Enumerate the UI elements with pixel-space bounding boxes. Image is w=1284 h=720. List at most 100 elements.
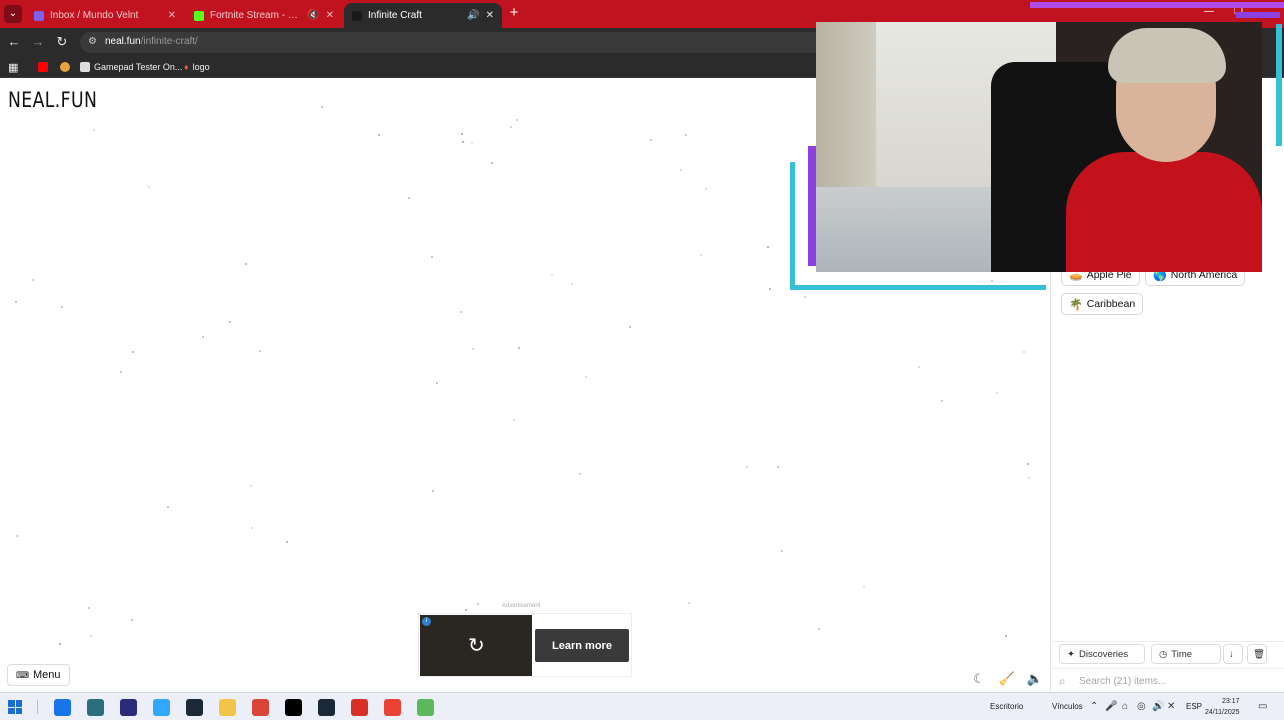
tab-stream[interactable]: Fortnite Stream - Watch Live 🔇 ✕: [186, 3, 342, 28]
particle-dot: [431, 256, 433, 258]
tab-inbox[interactable]: Inbox / Mundo Velnt ✕: [26, 3, 184, 28]
bookmark-gamepad-tester[interactable]: Gamepad Tester On...: [80, 59, 182, 75]
info-icon[interactable]: i: [422, 617, 431, 626]
photoshop-icon[interactable]: [153, 699, 170, 716]
dark-mode-icon[interactable]: ☾: [970, 671, 988, 689]
clock-icon: ◷: [1159, 648, 1168, 660]
arrow-down-icon: ↓: [1229, 648, 1234, 660]
advertisement[interactable]: i ↻ Learn more: [418, 613, 632, 677]
url-path: /infinite-craft/: [140, 36, 198, 47]
particle-dot: [471, 142, 473, 144]
particle-dot: [705, 188, 707, 190]
tab-search-button[interactable]: ⌄: [4, 5, 22, 23]
replay-icon[interactable]: ↻: [468, 633, 485, 658]
steam-icon[interactable]: [318, 699, 335, 716]
particle-dot: [1023, 351, 1025, 353]
chrome-icon[interactable]: [252, 699, 269, 716]
particle-dot: [167, 506, 169, 508]
particle-dot: [818, 628, 820, 630]
microphone-icon[interactable]: 🎤: [1105, 701, 1117, 712]
apps-grid-icon[interactable]: ▦: [8, 59, 18, 75]
particle-dot: [551, 274, 553, 276]
minecraft-icon[interactable]: [417, 699, 434, 716]
particle-dot: [93, 129, 95, 131]
premiere-icon[interactable]: [120, 699, 137, 716]
gamepad-icon: [80, 62, 90, 72]
steam-icon[interactable]: [186, 699, 203, 716]
folder-icon[interactable]: [219, 699, 236, 716]
particle-dot: [408, 197, 410, 199]
edge-icon[interactable]: [54, 699, 71, 716]
wifi-icon[interactable]: ◎: [1137, 701, 1146, 712]
clear-button[interactable]: 🗑: [1247, 644, 1267, 664]
broom-icon[interactable]: 🧹: [998, 671, 1016, 689]
links-label[interactable]: Vínculos: [1052, 702, 1083, 711]
windows-taskbar: Escritorio Vínculos ⌃ 🎤 ⌂ ◎ 🔊 ✕ ESP 23:1…: [0, 692, 1284, 720]
palm-tree-icon: 🌴: [1069, 298, 1083, 311]
particle-dot: [1028, 477, 1030, 479]
particle-dot: [629, 326, 631, 328]
chevron-up-icon[interactable]: ⌃: [1090, 701, 1098, 712]
overlay-frame-top: [1030, 2, 1284, 8]
bookmark-chrome[interactable]: [60, 59, 70, 75]
overlay-frame-accent: [1248, 24, 1282, 146]
back-icon[interactable]: ←: [6, 34, 22, 50]
new-tab-button[interactable]: +: [506, 4, 522, 22]
item-caribbean[interactable]: 🌴 Caribbean: [1061, 293, 1144, 315]
neal-fun-logo[interactable]: NEAL.FUN: [8, 88, 97, 112]
particle-dot: [90, 635, 92, 637]
discoveries-button[interactable]: ✦ Discoveries: [1059, 644, 1145, 664]
forward-icon[interactable]: →: [30, 34, 46, 50]
clock[interactable]: 23:17 24/11/2025: [1205, 696, 1240, 718]
pin-icon: ♦: [184, 62, 189, 72]
mail-icon: [34, 10, 44, 21]
sort-time-button[interactable]: ◷ Time: [1151, 644, 1221, 664]
streamer-shirt: [1066, 152, 1262, 272]
close-icon[interactable]: ✕: [326, 10, 334, 21]
desktop-label[interactable]: Escritorio: [990, 702, 1023, 711]
chrome-icon[interactable]: [384, 699, 401, 716]
volume-icon[interactable]: 🔊: [1152, 701, 1164, 712]
sort-direction-button[interactable]: ↓: [1223, 644, 1243, 664]
particle-dot: [286, 541, 288, 543]
particle-dot: [131, 619, 133, 621]
particle-dot: [321, 106, 323, 108]
particle-dot: [148, 186, 150, 188]
reload-icon[interactable]: ↻: [54, 34, 70, 50]
sound-icon[interactable]: 🔈: [1026, 671, 1044, 689]
particle-dot: [585, 376, 587, 378]
app-icon[interactable]: [351, 699, 368, 716]
close-icon[interactable]: ✕: [168, 10, 176, 21]
speaker-icon[interactable]: 🔊: [467, 10, 479, 21]
particle-dot: [32, 279, 34, 281]
mute-icon[interactable]: 🔇: [307, 10, 319, 21]
menu-button[interactable]: ⌨ Menu: [7, 664, 70, 686]
windows-start-icon[interactable]: [8, 700, 22, 714]
language-indicator[interactable]: ESP: [1186, 702, 1202, 711]
network-icon[interactable]: ⌂: [1122, 701, 1128, 712]
kick-icon: [194, 10, 204, 21]
tab-infinite-craft[interactable]: Infinite Craft 🔊 ✕: [344, 3, 502, 28]
notifications-icon[interactable]: ▭: [1258, 701, 1267, 712]
particle-dot: [941, 400, 943, 402]
bookmark-logo[interactable]: ♦ logo: [184, 59, 210, 75]
terminal-icon[interactable]: [285, 699, 302, 716]
particle-dot: [250, 485, 252, 487]
close-icon[interactable]: ✕: [486, 10, 494, 21]
search-input[interactable]: [1079, 672, 1269, 690]
particle-dot: [767, 246, 769, 248]
ad-video[interactable]: i ↻: [420, 615, 532, 676]
particle-dot: [378, 134, 380, 136]
particle-dot: [460, 311, 462, 313]
site-info-icon[interactable]: ⚙: [88, 36, 97, 47]
particle-dot: [777, 466, 779, 468]
bookmark-youtube[interactable]: [38, 59, 48, 75]
particle-dot: [472, 348, 474, 350]
particle-dot: [769, 288, 771, 290]
mute-icon[interactable]: ✕: [1167, 701, 1175, 712]
learn-more-button[interactable]: Learn more: [535, 629, 629, 662]
particle-dot: [16, 535, 18, 537]
keyboard-icon: ⌨: [16, 669, 29, 680]
app-icon[interactable]: [87, 699, 104, 716]
particle-dot: [245, 263, 247, 265]
